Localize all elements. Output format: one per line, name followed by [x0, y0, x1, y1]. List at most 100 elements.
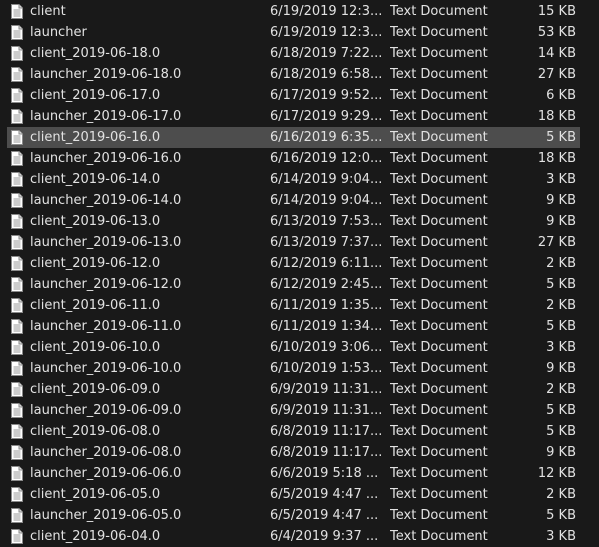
- file-date-modified: 6/10/2019 1:53...: [270, 361, 382, 376]
- file-row[interactable]: launcher_2019-06-17.0 6/17/2019 9:29... …: [0, 106, 599, 127]
- file-date-modified: 6/9/2019 11:31...: [270, 403, 382, 418]
- file-row[interactable]: client_2019-06-04.0 6/4/2019 9:37 ... Te…: [0, 526, 599, 547]
- text-document-icon: [11, 130, 23, 145]
- file-size: 3 KB: [546, 340, 576, 355]
- text-document-icon: [11, 382, 23, 397]
- file-name: client_2019-06-08.0: [30, 424, 161, 439]
- file-date-modified: 6/16/2019 6:35...: [270, 130, 382, 145]
- file-size: 9 KB: [546, 445, 576, 460]
- file-type: Text Document: [390, 67, 488, 82]
- file-type: Text Document: [390, 88, 488, 103]
- file-size: 2 KB: [546, 382, 576, 397]
- file-type: Text Document: [390, 109, 488, 124]
- file-date-modified: 6/6/2019 5:18 ...: [270, 466, 379, 481]
- file-size: 9 KB: [546, 193, 576, 208]
- file-type: Text Document: [390, 466, 488, 481]
- file-size: 9 KB: [546, 361, 576, 376]
- file-name: launcher_2019-06-13.0: [30, 235, 182, 250]
- file-date-modified: 6/17/2019 9:52...: [270, 88, 382, 103]
- file-row[interactable]: client_2019-06-16.0 6/16/2019 6:35... Te…: [0, 127, 599, 148]
- text-document-icon: [11, 67, 23, 82]
- file-row[interactable]: client 6/19/2019 12:3... Text Document 1…: [0, 1, 599, 22]
- file-row[interactable]: client_2019-06-11.0 6/11/2019 1:35... Te…: [0, 295, 599, 316]
- file-type: Text Document: [390, 25, 488, 40]
- file-date-modified: 6/14/2019 9:04...: [270, 172, 382, 187]
- file-date-modified: 6/12/2019 2:45...: [270, 277, 382, 292]
- file-row[interactable]: launcher_2019-06-11.0 6/11/2019 1:34... …: [0, 316, 599, 337]
- file-date-modified: 6/11/2019 1:34...: [270, 319, 382, 334]
- file-row[interactable]: client_2019-06-12.0 6/12/2019 6:11... Te…: [0, 253, 599, 274]
- file-row[interactable]: launcher_2019-06-10.0 6/10/2019 1:53... …: [0, 358, 599, 379]
- file-row[interactable]: client_2019-06-10.0 6/10/2019 3:06... Te…: [0, 337, 599, 358]
- text-document-icon: [11, 277, 23, 292]
- file-name: launcher_2019-06-12.0: [30, 277, 182, 292]
- file-size: 27 KB: [537, 235, 576, 250]
- file-date-modified: 6/4/2019 9:37 ...: [270, 529, 379, 544]
- text-document-icon: [11, 340, 23, 355]
- file-name: launcher_2019-06-11.0: [30, 319, 182, 334]
- file-row[interactable]: client_2019-06-18.0 6/18/2019 7:22... Te…: [0, 43, 599, 64]
- text-document-icon: [11, 256, 23, 271]
- file-size: 5 KB: [546, 319, 576, 334]
- file-row[interactable]: launcher_2019-06-18.0 6/18/2019 6:58... …: [0, 64, 599, 85]
- text-document-icon: [11, 235, 23, 250]
- file-type: Text Document: [390, 130, 488, 145]
- file-name: launcher_2019-06-16.0: [30, 151, 182, 166]
- file-row[interactable]: launcher_2019-06-05.0 6/5/2019 4:47 ... …: [0, 505, 599, 526]
- file-row[interactable]: launcher 6/19/2019 12:3... Text Document…: [0, 22, 599, 43]
- text-document-icon: [11, 25, 23, 40]
- file-type: Text Document: [390, 529, 488, 544]
- text-document-icon: [11, 445, 23, 460]
- file-row[interactable]: client_2019-06-17.0 6/17/2019 9:52... Te…: [0, 85, 599, 106]
- file-row[interactable]: launcher_2019-06-12.0 6/12/2019 2:45... …: [0, 274, 599, 295]
- text-document-icon: [11, 298, 23, 313]
- file-row[interactable]: launcher_2019-06-14.0 6/14/2019 9:04... …: [0, 190, 599, 211]
- file-date-modified: 6/8/2019 11:17...: [270, 424, 382, 439]
- text-document-icon: [11, 151, 23, 166]
- file-row[interactable]: client_2019-06-05.0 6/5/2019 4:47 ... Te…: [0, 484, 599, 505]
- file-row[interactable]: launcher_2019-06-16.0 6/16/2019 12:0... …: [0, 148, 599, 169]
- file-name: client_2019-06-09.0: [30, 382, 161, 397]
- file-name: launcher_2019-06-09.0: [30, 403, 182, 418]
- file-type: Text Document: [390, 508, 488, 523]
- file-date-modified: 6/18/2019 7:22...: [270, 46, 382, 61]
- file-date-modified: 6/8/2019 11:17...: [270, 445, 382, 460]
- file-name: launcher_2019-06-17.0: [30, 109, 182, 124]
- file-row[interactable]: launcher_2019-06-09.0 6/9/2019 11:31... …: [0, 400, 599, 421]
- file-date-modified: 6/10/2019 3:06...: [270, 340, 382, 355]
- file-date-modified: 6/16/2019 12:0...: [270, 151, 382, 166]
- file-row[interactable]: client_2019-06-08.0 6/8/2019 11:17... Te…: [0, 421, 599, 442]
- file-name: launcher_2019-06-06.0: [30, 466, 182, 481]
- file-date-modified: 6/12/2019 6:11...: [270, 256, 382, 271]
- file-type: Text Document: [390, 277, 488, 292]
- file-size: 5 KB: [546, 508, 576, 523]
- file-row[interactable]: launcher_2019-06-08.0 6/8/2019 11:17... …: [0, 442, 599, 463]
- text-document-icon: [11, 424, 23, 439]
- file-row[interactable]: client_2019-06-14.0 6/14/2019 9:04... Te…: [0, 169, 599, 190]
- file-date-modified: 6/11/2019 1:35...: [270, 298, 382, 313]
- file-type: Text Document: [390, 214, 488, 229]
- file-date-modified: 6/5/2019 4:47 ...: [270, 508, 379, 523]
- file-date-modified: 6/14/2019 9:04...: [270, 193, 382, 208]
- text-document-icon: [11, 403, 23, 418]
- file-date-modified: 6/13/2019 7:37...: [270, 235, 382, 250]
- file-name: launcher_2019-06-08.0: [30, 445, 182, 460]
- file-type: Text Document: [390, 172, 488, 187]
- file-type: Text Document: [390, 46, 488, 61]
- file-type: Text Document: [390, 256, 488, 271]
- file-row[interactable]: client_2019-06-09.0 6/9/2019 11:31... Te…: [0, 379, 599, 400]
- file-type: Text Document: [390, 445, 488, 460]
- file-type: Text Document: [390, 403, 488, 418]
- file-size: 18 KB: [537, 151, 576, 166]
- file-row[interactable]: client_2019-06-13.0 6/13/2019 7:53... Te…: [0, 211, 599, 232]
- file-type: Text Document: [390, 424, 488, 439]
- text-document-icon: [11, 88, 23, 103]
- file-size: 5 KB: [546, 277, 576, 292]
- file-type: Text Document: [390, 151, 488, 166]
- file-size: 53 KB: [537, 25, 576, 40]
- file-row[interactable]: launcher_2019-06-13.0 6/13/2019 7:37... …: [0, 232, 599, 253]
- file-list: client 6/19/2019 12:3... Text Document 1…: [0, 1, 599, 547]
- file-name: client_2019-06-14.0: [30, 172, 161, 187]
- file-size: 5 KB: [546, 130, 576, 145]
- file-row[interactable]: launcher_2019-06-06.0 6/6/2019 5:18 ... …: [0, 463, 599, 484]
